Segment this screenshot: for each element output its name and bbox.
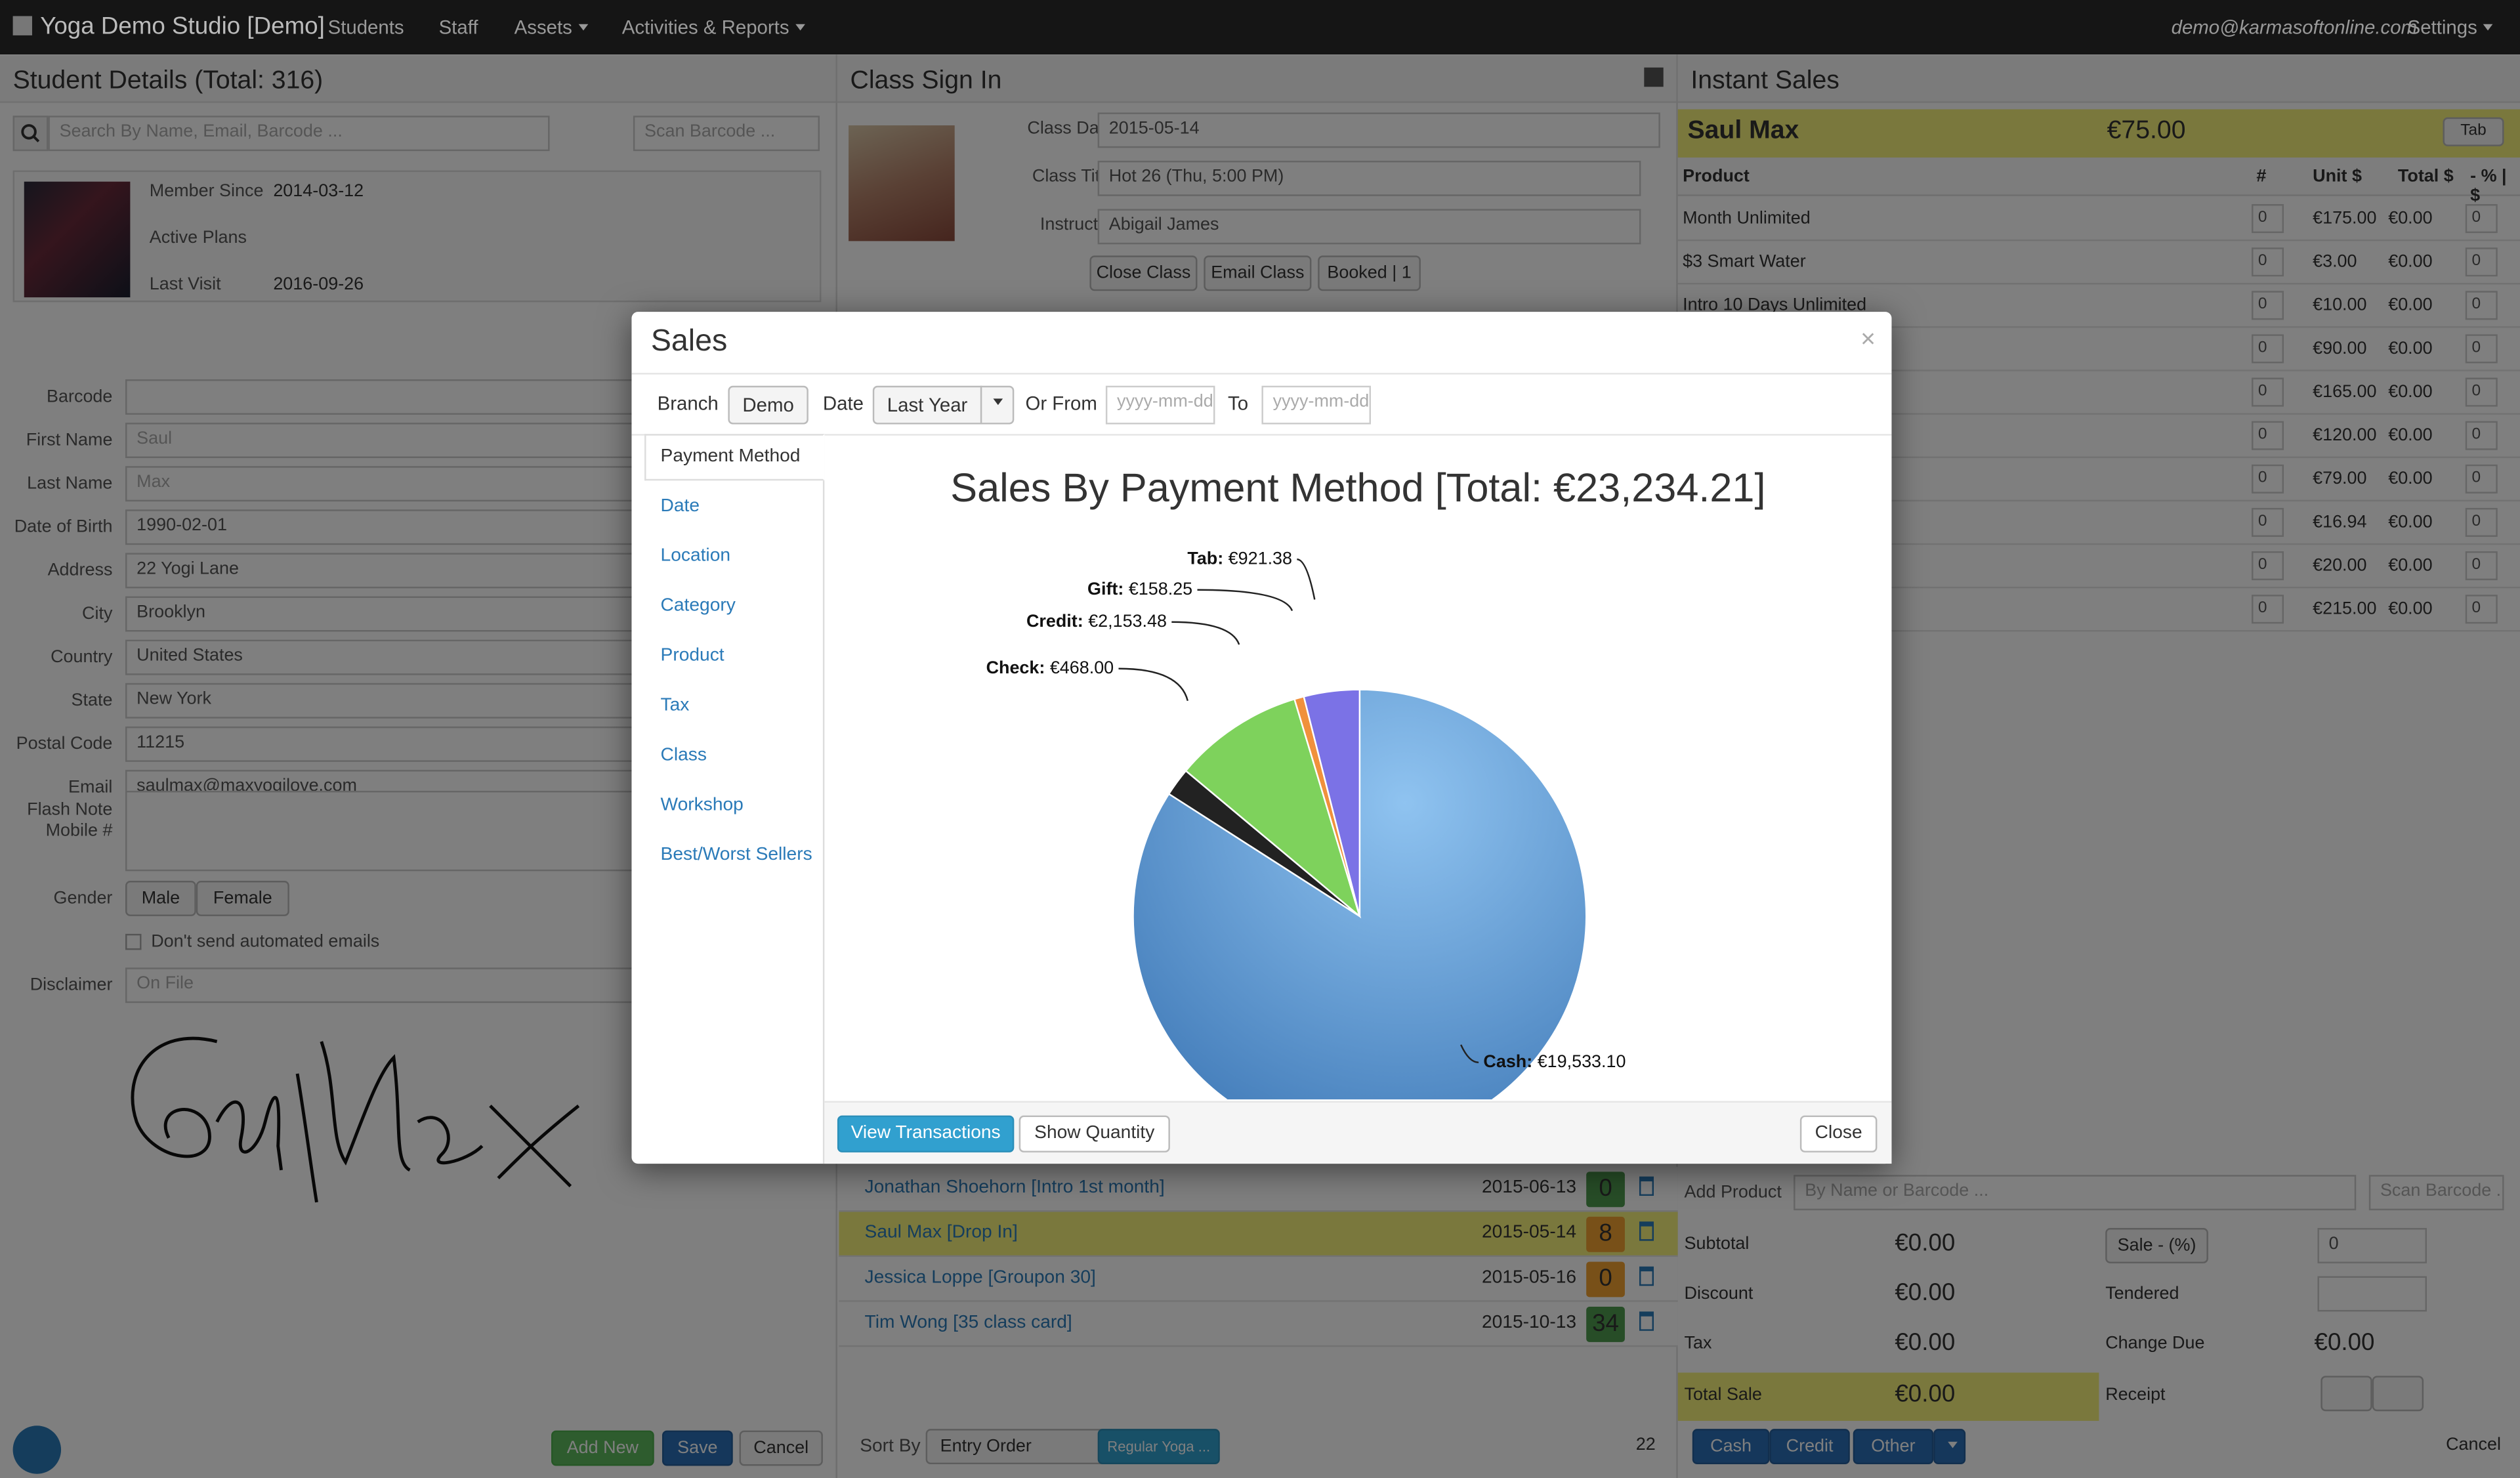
date-dropdown[interactable]: [980, 385, 1015, 425]
tab-workshop[interactable]: Workshop: [661, 795, 744, 814]
tab-class[interactable]: Class: [661, 746, 707, 765]
nav-settings-label: Settings: [2407, 16, 2477, 39]
top-navbar: Yoga Demo Studio [Demo] Students Staff A…: [0, 0, 2520, 55]
pie-connector-check: [1118, 667, 1188, 702]
report-sidenav: Payment Method Date Location Category Pr…: [644, 434, 825, 1164]
pie-label-tab: Tab: €921.38: [1187, 549, 1292, 568]
tab-best-worst-sellers[interactable]: Best/Worst Sellers: [661, 845, 812, 864]
tab-tax[interactable]: Tax: [661, 696, 690, 715]
to-label: To: [1228, 392, 1249, 415]
sales-modal: Sales × Branch Demo Date Last Year Or Fr…: [631, 312, 1892, 1164]
pie-connector-credit: [1171, 621, 1240, 645]
from-label: Or From: [1025, 392, 1097, 415]
modal-close-button[interactable]: Close: [1799, 1115, 1878, 1152]
nav-activities-label: Activities & Reports: [621, 16, 789, 39]
pie-connector-gift: [1197, 589, 1293, 612]
nav-assets[interactable]: Assets: [514, 16, 589, 39]
nav-assets-label: Assets: [514, 16, 572, 39]
pie-label-credit: Credit: €2,153.48: [1026, 611, 1167, 631]
branch-button[interactable]: Demo: [728, 385, 808, 425]
branch-label: Branch: [657, 392, 719, 415]
chevron-down-icon: [992, 398, 1002, 406]
brand-title: Yoga Demo Studio [Demo]: [40, 12, 325, 41]
tab-payment-method[interactable]: Payment Method: [661, 447, 801, 466]
close-icon[interactable]: ×: [1860, 326, 1876, 355]
pie-label-gift: Gift: €158.25: [1087, 579, 1192, 599]
pie-connector-tab: [1297, 559, 1316, 600]
modal-title: Sales: [650, 324, 728, 359]
nav-settings[interactable]: Settings: [2407, 16, 2494, 39]
to-date-input[interactable]: yyyy-mm-dd: [1261, 385, 1371, 425]
tab-category[interactable]: Category: [661, 597, 736, 616]
studio-logo-icon: [12, 16, 32, 35]
tab-product[interactable]: Product: [661, 646, 724, 665]
chart-title: Sales By Payment Method [Total: €23,234.…: [950, 466, 1766, 511]
tab-date[interactable]: Date: [661, 497, 700, 516]
chevron-down-icon: [795, 24, 806, 31]
chevron-down-icon: [2483, 24, 2494, 31]
brand[interactable]: Yoga Demo Studio [Demo]: [12, 12, 325, 41]
view-transactions-button[interactable]: View Transactions: [837, 1115, 1015, 1152]
nav-activities-reports[interactable]: Activities & Reports: [621, 16, 806, 39]
tab-location[interactable]: Location: [661, 547, 730, 566]
date-label: Date: [822, 392, 864, 415]
chevron-down-icon: [578, 24, 589, 31]
date-select[interactable]: Last Year: [872, 385, 982, 425]
pie-label-check: Check: €468.00: [986, 658, 1114, 677]
show-quantity-button[interactable]: Show Quantity: [1018, 1115, 1170, 1152]
modal-divider: [631, 373, 1892, 375]
pie-label-cash: Cash: €19,533.10: [1483, 1051, 1626, 1071]
modal-footer: View Transactions Show Quantity Close: [824, 1101, 1892, 1164]
nav-staff[interactable]: Staff: [439, 16, 478, 38]
from-date-input[interactable]: yyyy-mm-dd: [1105, 385, 1215, 425]
nav-students[interactable]: Students: [328, 16, 404, 38]
payment-method-pie-chart: Cash: €19,533.10 Check: €468.00 Credit: €2…: [986, 549, 1626, 1100]
user-email[interactable]: demo@karmasoftonline.com: [2172, 16, 2418, 38]
